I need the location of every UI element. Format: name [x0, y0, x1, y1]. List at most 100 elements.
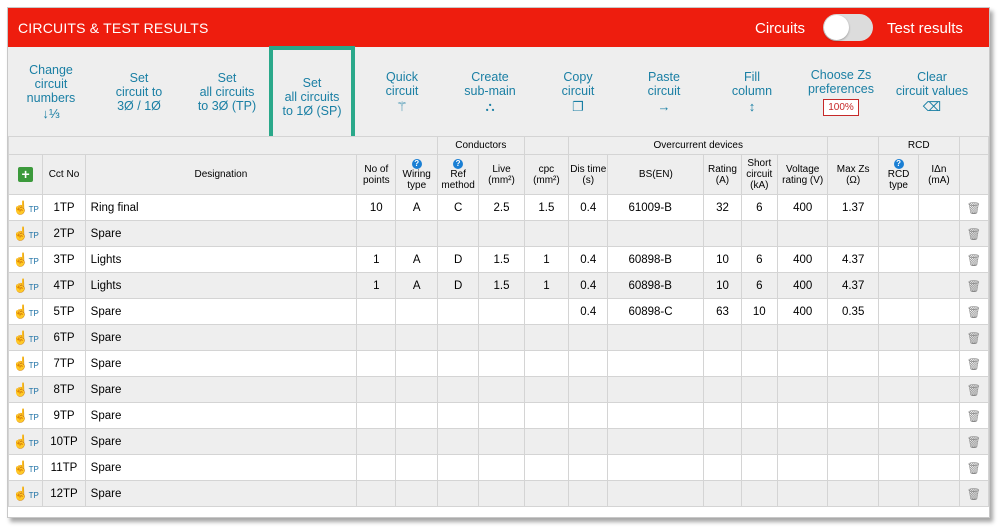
set-circuit-3p-1p-button[interactable]: Set circuit to 3Ø / 1Ø [104, 47, 174, 136]
circuit-type-cell[interactable]: ☝TP [8, 402, 44, 429]
max-zs-cell[interactable] [827, 376, 879, 403]
toggle-knob[interactable] [824, 15, 849, 40]
designation-cell[interactable]: Spare [84, 376, 358, 403]
designation-cell[interactable]: Spare [84, 220, 358, 247]
short-circuit-cell[interactable] [740, 376, 778, 403]
fill-column-button[interactable]: Fill column ↕ [722, 47, 782, 136]
voltage-cell[interactable]: 400 [776, 194, 829, 221]
bs-en-cell[interactable]: 60898-C [607, 298, 705, 325]
cpc-cell[interactable] [523, 454, 570, 481]
table-row[interactable]: ☝TP 11TP Spare 🗑 [8, 454, 989, 481]
cpc-cell[interactable] [523, 350, 570, 377]
cpc-cell[interactable] [523, 220, 570, 247]
quick-circuit-button[interactable]: Quick circuit ⚚ [370, 47, 434, 136]
create-sub-main-button[interactable]: Create sub-main ⛬ [454, 47, 526, 136]
ref-method-cell[interactable] [436, 298, 480, 325]
hand-pointer-icon[interactable]: ☝ [12, 486, 28, 501]
hand-pointer-icon[interactable]: ☝ [12, 200, 28, 215]
table-row[interactable]: ☝TP 5TP Spare 0.4 60898-C 63 10 400 0.35 🗑 [8, 298, 989, 325]
designation-cell[interactable]: Spare [84, 402, 358, 429]
help-icon[interactable]: ? [411, 159, 422, 169]
hand-pointer-icon[interactable]: ☝ [12, 226, 28, 241]
designation-cell[interactable]: Spare [84, 324, 358, 351]
rcd-type-cell[interactable] [877, 272, 920, 299]
idn-cell[interactable] [918, 194, 960, 221]
circuit-type-cell[interactable]: ☝TP [8, 298, 44, 325]
bs-en-cell[interactable]: 61009-B [607, 194, 705, 221]
table-row[interactable]: ☝TP 3TP Lights 1 A D 1.5 1 0.4 60898-B 10 6 400 4.37 🗑 [8, 246, 989, 273]
live-cell[interactable] [478, 480, 525, 507]
circuit-type-cell[interactable]: ☝TP [8, 428, 44, 455]
cpc-cell[interactable]: 1.5 [523, 194, 570, 221]
max-zs-cell[interactable] [827, 324, 879, 351]
no-points-cell[interactable] [356, 428, 397, 455]
voltage-cell[interactable] [776, 402, 829, 429]
trash-icon[interactable]: 🗑 [967, 385, 982, 397]
wiring-type-cell[interactable] [395, 402, 438, 429]
circuit-type-cell[interactable]: ☝TP [8, 350, 44, 377]
cct-no-cell[interactable]: 1TP [42, 194, 86, 221]
dis-time-cell[interactable]: 0.4 [568, 194, 609, 221]
cpc-cell[interactable] [523, 376, 570, 403]
ref-method-cell[interactable] [436, 480, 480, 507]
dis-time-cell[interactable] [568, 454, 609, 481]
rating-cell[interactable] [703, 480, 742, 507]
dis-time-cell[interactable] [568, 324, 609, 351]
table-row[interactable]: ☝TP 12TP Spare 🗑 [8, 480, 989, 507]
table-row[interactable]: ☝TP 7TP Spare 🗑 [8, 350, 989, 377]
hand-pointer-icon[interactable]: ☝ [12, 460, 28, 475]
bs-en-cell[interactable] [607, 220, 705, 247]
cct-no-cell[interactable]: 3TP [42, 246, 86, 273]
rating-cell[interactable] [703, 402, 742, 429]
trash-icon[interactable]: 🗑 [967, 255, 982, 267]
hand-pointer-icon[interactable]: ☝ [12, 382, 28, 397]
table-row[interactable]: ☝TP 10TP Spare 🗑 [8, 428, 989, 455]
no-points-cell[interactable] [356, 324, 397, 351]
idn-cell[interactable] [918, 376, 960, 403]
trash-icon[interactable]: 🗑 [967, 463, 982, 475]
max-zs-cell[interactable]: 0.35 [827, 298, 879, 325]
trash-icon[interactable]: 🗑 [967, 203, 982, 215]
short-circuit-cell[interactable]: 6 [740, 272, 778, 299]
rating-cell[interactable]: 10 [703, 272, 742, 299]
circuit-type-cell[interactable]: ☝TP [8, 480, 44, 507]
cct-no-cell[interactable]: 6TP [42, 324, 86, 351]
max-zs-cell[interactable] [827, 454, 879, 481]
voltage-cell[interactable] [776, 350, 829, 377]
live-cell[interactable] [478, 350, 525, 377]
voltage-cell[interactable] [776, 428, 829, 455]
hand-pointer-icon[interactable]: ☝ [12, 252, 28, 267]
table-row[interactable]: ☝TP 1TP Ring final 10 A C 2.5 1.5 0.4 61009-B 32 6 4… [8, 194, 989, 221]
designation-cell[interactable]: Spare [84, 428, 358, 455]
no-points-cell[interactable] [356, 402, 397, 429]
circuit-type-cell[interactable]: ☝TP [8, 220, 44, 247]
max-zs-cell[interactable] [827, 428, 879, 455]
hand-pointer-icon[interactable]: ☝ [12, 356, 28, 371]
hand-pointer-icon[interactable]: ☝ [12, 408, 28, 423]
bs-en-cell[interactable]: 60898-B [607, 272, 705, 299]
live-cell[interactable] [478, 324, 525, 351]
dis-time-cell[interactable] [568, 350, 609, 377]
wiring-type-cell[interactable]: A [395, 194, 438, 221]
circuit-type-cell[interactable]: ☝TP [8, 246, 44, 273]
designation-cell[interactable]: Spare [84, 454, 358, 481]
bs-en-cell[interactable] [607, 454, 705, 481]
wiring-type-cell[interactable]: A [395, 246, 438, 273]
designation-cell[interactable]: Lights [84, 246, 358, 273]
cct-no-cell[interactable]: 10TP [42, 428, 86, 455]
circuit-type-cell[interactable]: ☝TP [8, 454, 44, 481]
bs-en-cell[interactable] [607, 376, 705, 403]
help-icon[interactable]: ? [453, 159, 464, 169]
cpc-cell[interactable] [523, 402, 570, 429]
cct-no-cell[interactable]: 4TP [42, 272, 86, 299]
cct-no-cell[interactable]: 9TP [42, 402, 86, 429]
cpc-cell[interactable]: 1 [523, 272, 570, 299]
designation-cell[interactable]: Spare [84, 298, 358, 325]
rcd-type-cell[interactable] [877, 402, 920, 429]
rcd-type-cell[interactable] [877, 246, 920, 273]
rcd-type-cell[interactable] [877, 298, 920, 325]
wiring-type-cell[interactable] [395, 428, 438, 455]
dis-time-cell[interactable]: 0.4 [568, 272, 609, 299]
no-points-cell[interactable] [356, 298, 397, 325]
idn-cell[interactable] [918, 454, 960, 481]
